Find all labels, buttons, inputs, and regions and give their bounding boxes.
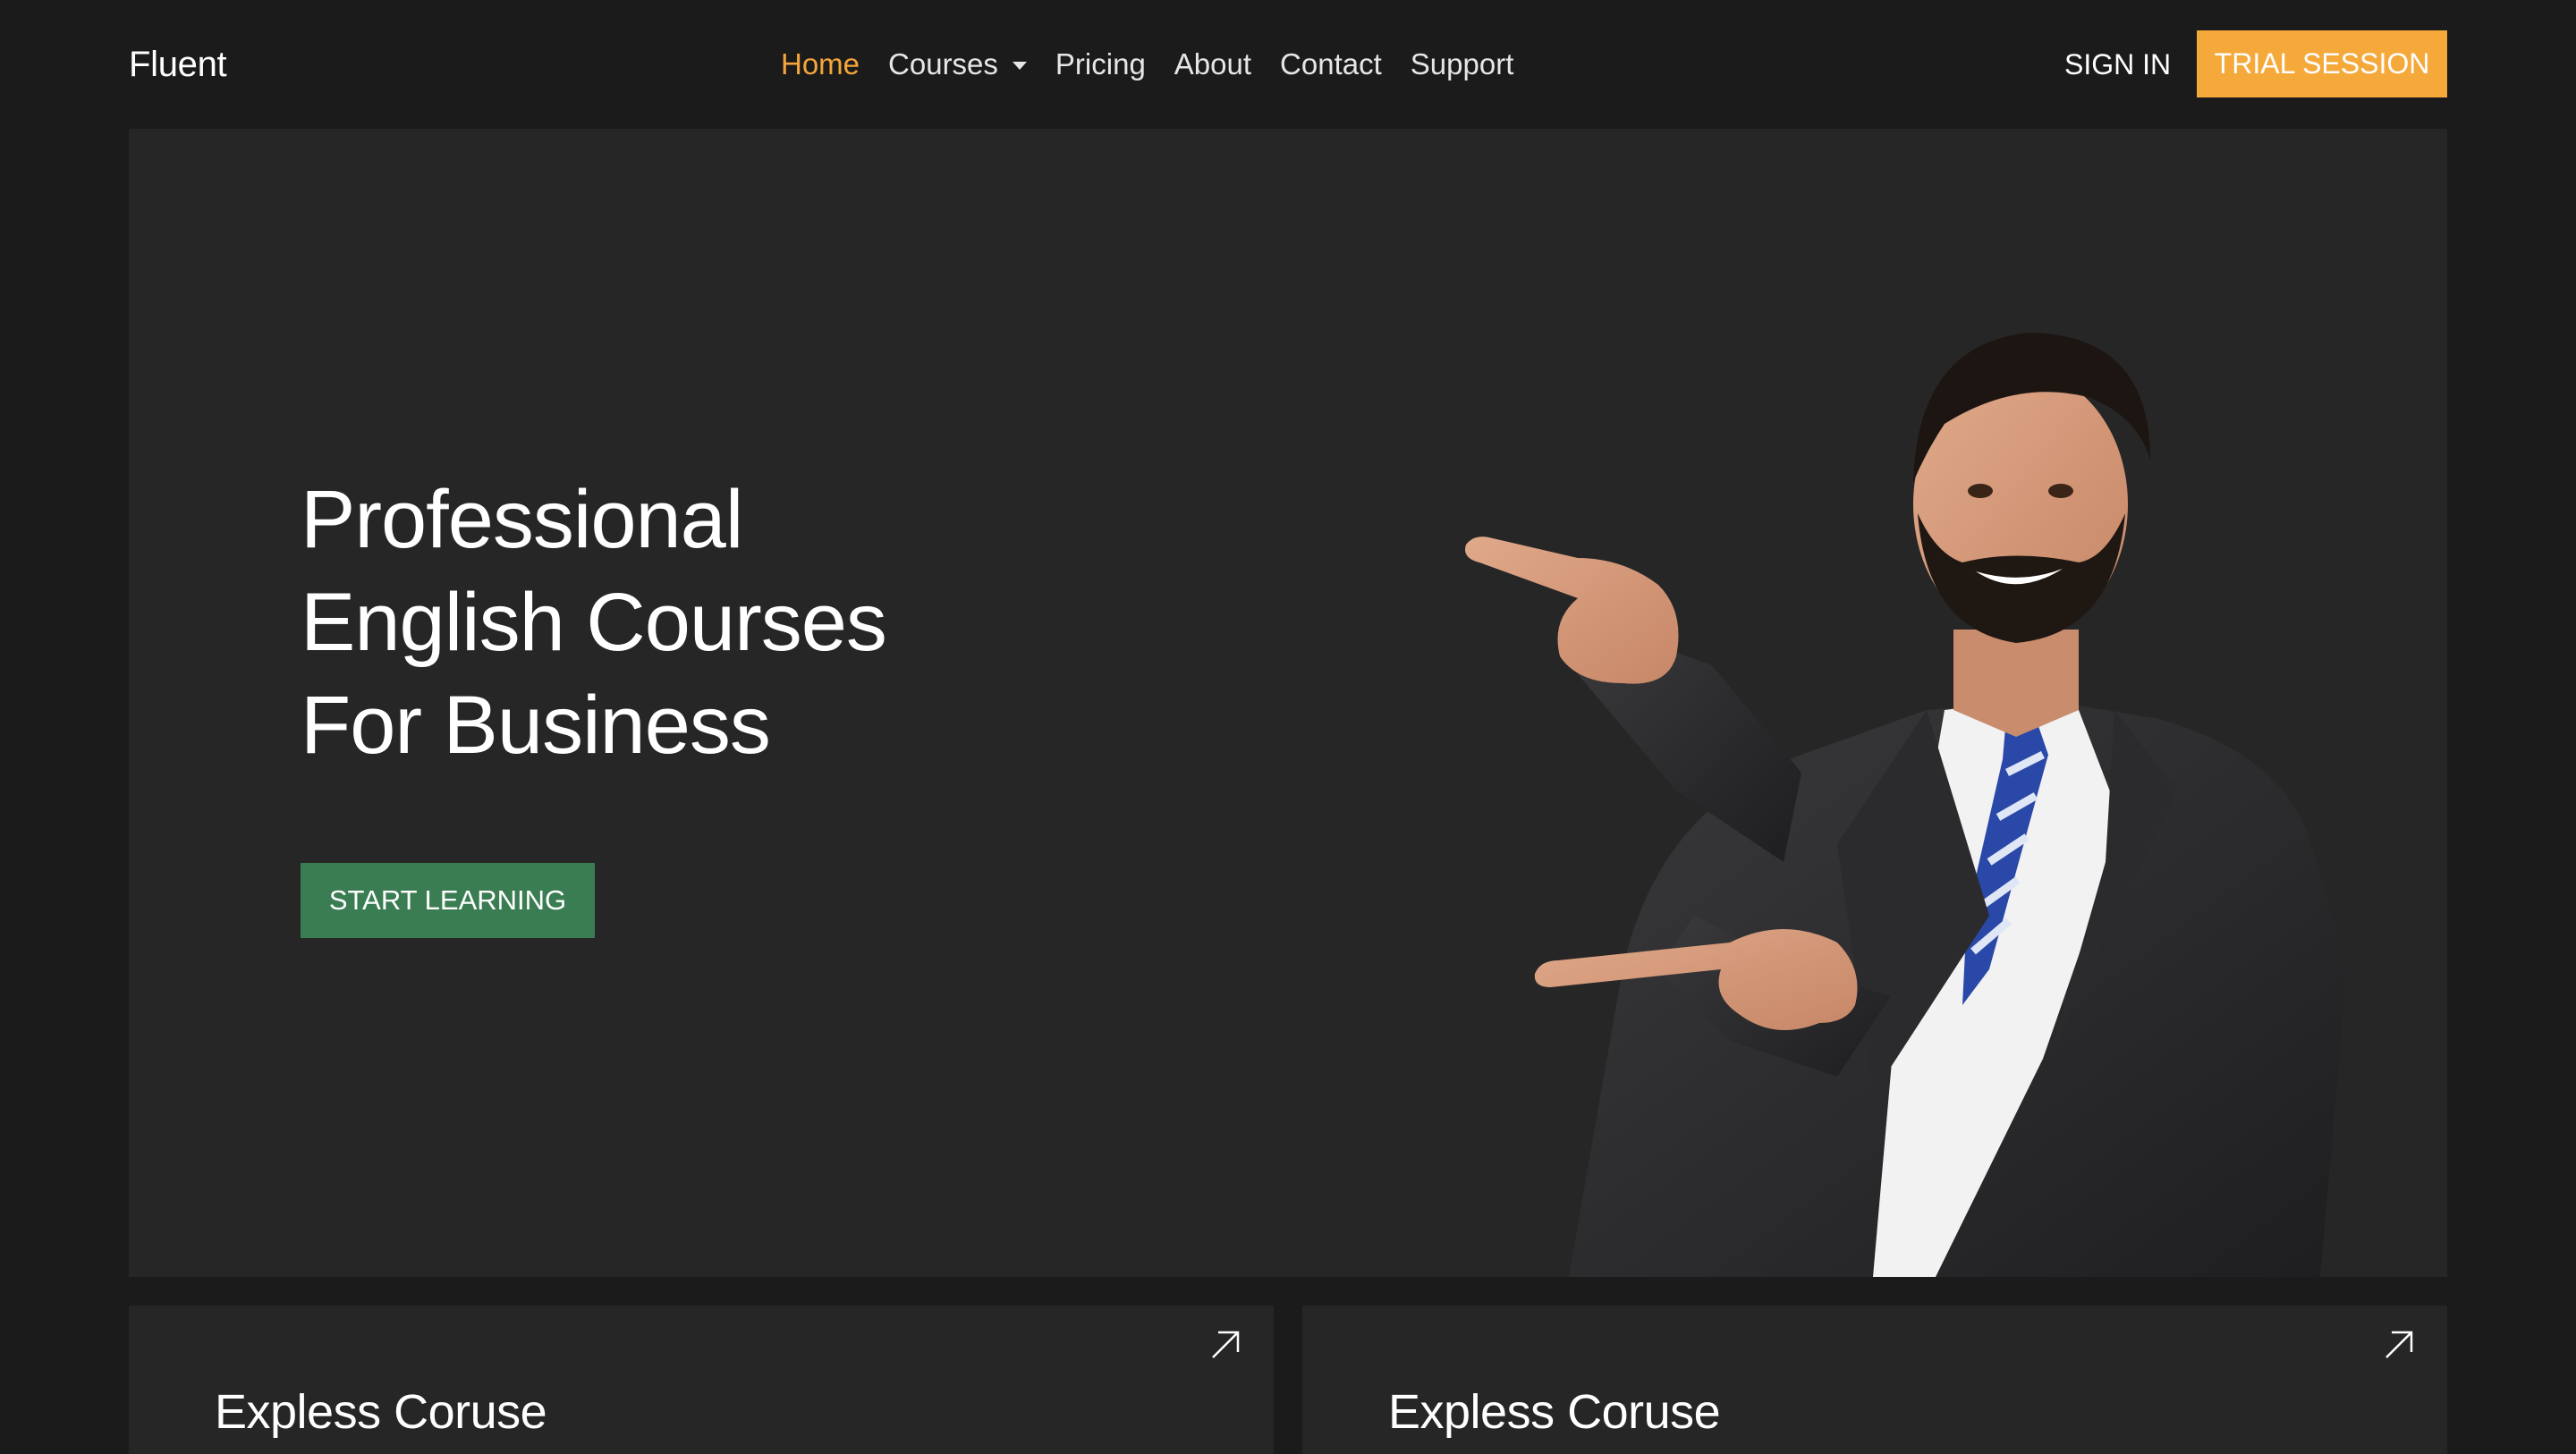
nav-item-pricing[interactable]: Pricing [1055,39,1146,89]
hero-title-line: Professional [301,474,743,565]
nav-item-label: Pricing [1055,47,1146,80]
chevron-down-icon [1012,61,1027,70]
brand-logo[interactable]: Fluent [129,39,227,89]
businessman-pointing-photo [1465,333,2347,1277]
course-card[interactable]: Expless Coruse [1302,1306,2447,1454]
nav-item-label: About [1174,47,1252,80]
course-card[interactable]: Expless Coruse [129,1306,1274,1454]
start-learning-button[interactable]: START LEARNING [301,863,595,938]
top-navbar: Fluent Home Courses Pricing About Contac… [0,0,2576,129]
nav-item-contact[interactable]: Contact [1280,39,1382,89]
trial-session-button[interactable]: TRIAL SESSION [2197,30,2447,97]
sign-in-link[interactable]: SIGN IN [2064,39,2171,89]
course-card-title: Expless Coruse [215,1385,547,1439]
hero-title: Professional English Courses For Busines… [301,469,1106,777]
nav-item-label: Home [781,47,860,80]
nav-item-label: Support [1410,47,1514,80]
hero-title-line: For Business [301,680,771,771]
nav-item-label: Contact [1280,47,1382,80]
nav-item-home[interactable]: Home [781,39,860,89]
course-card-title: Expless Coruse [1388,1385,1721,1439]
arrow-up-right-icon[interactable] [2381,1327,2417,1363]
nav-item-about[interactable]: About [1174,39,1251,89]
nav-item-support[interactable]: Support [1411,39,1514,89]
hero-section: Professional English Courses For Busines… [129,129,2447,1277]
arrow-up-right-icon[interactable] [1208,1327,1243,1363]
main-nav: Home Courses Pricing About Contact Suppo… [781,39,1513,89]
hero-title-line: English Courses [301,577,887,668]
nav-item-label: Courses [888,47,998,80]
nav-item-courses[interactable]: Courses [888,39,1027,89]
